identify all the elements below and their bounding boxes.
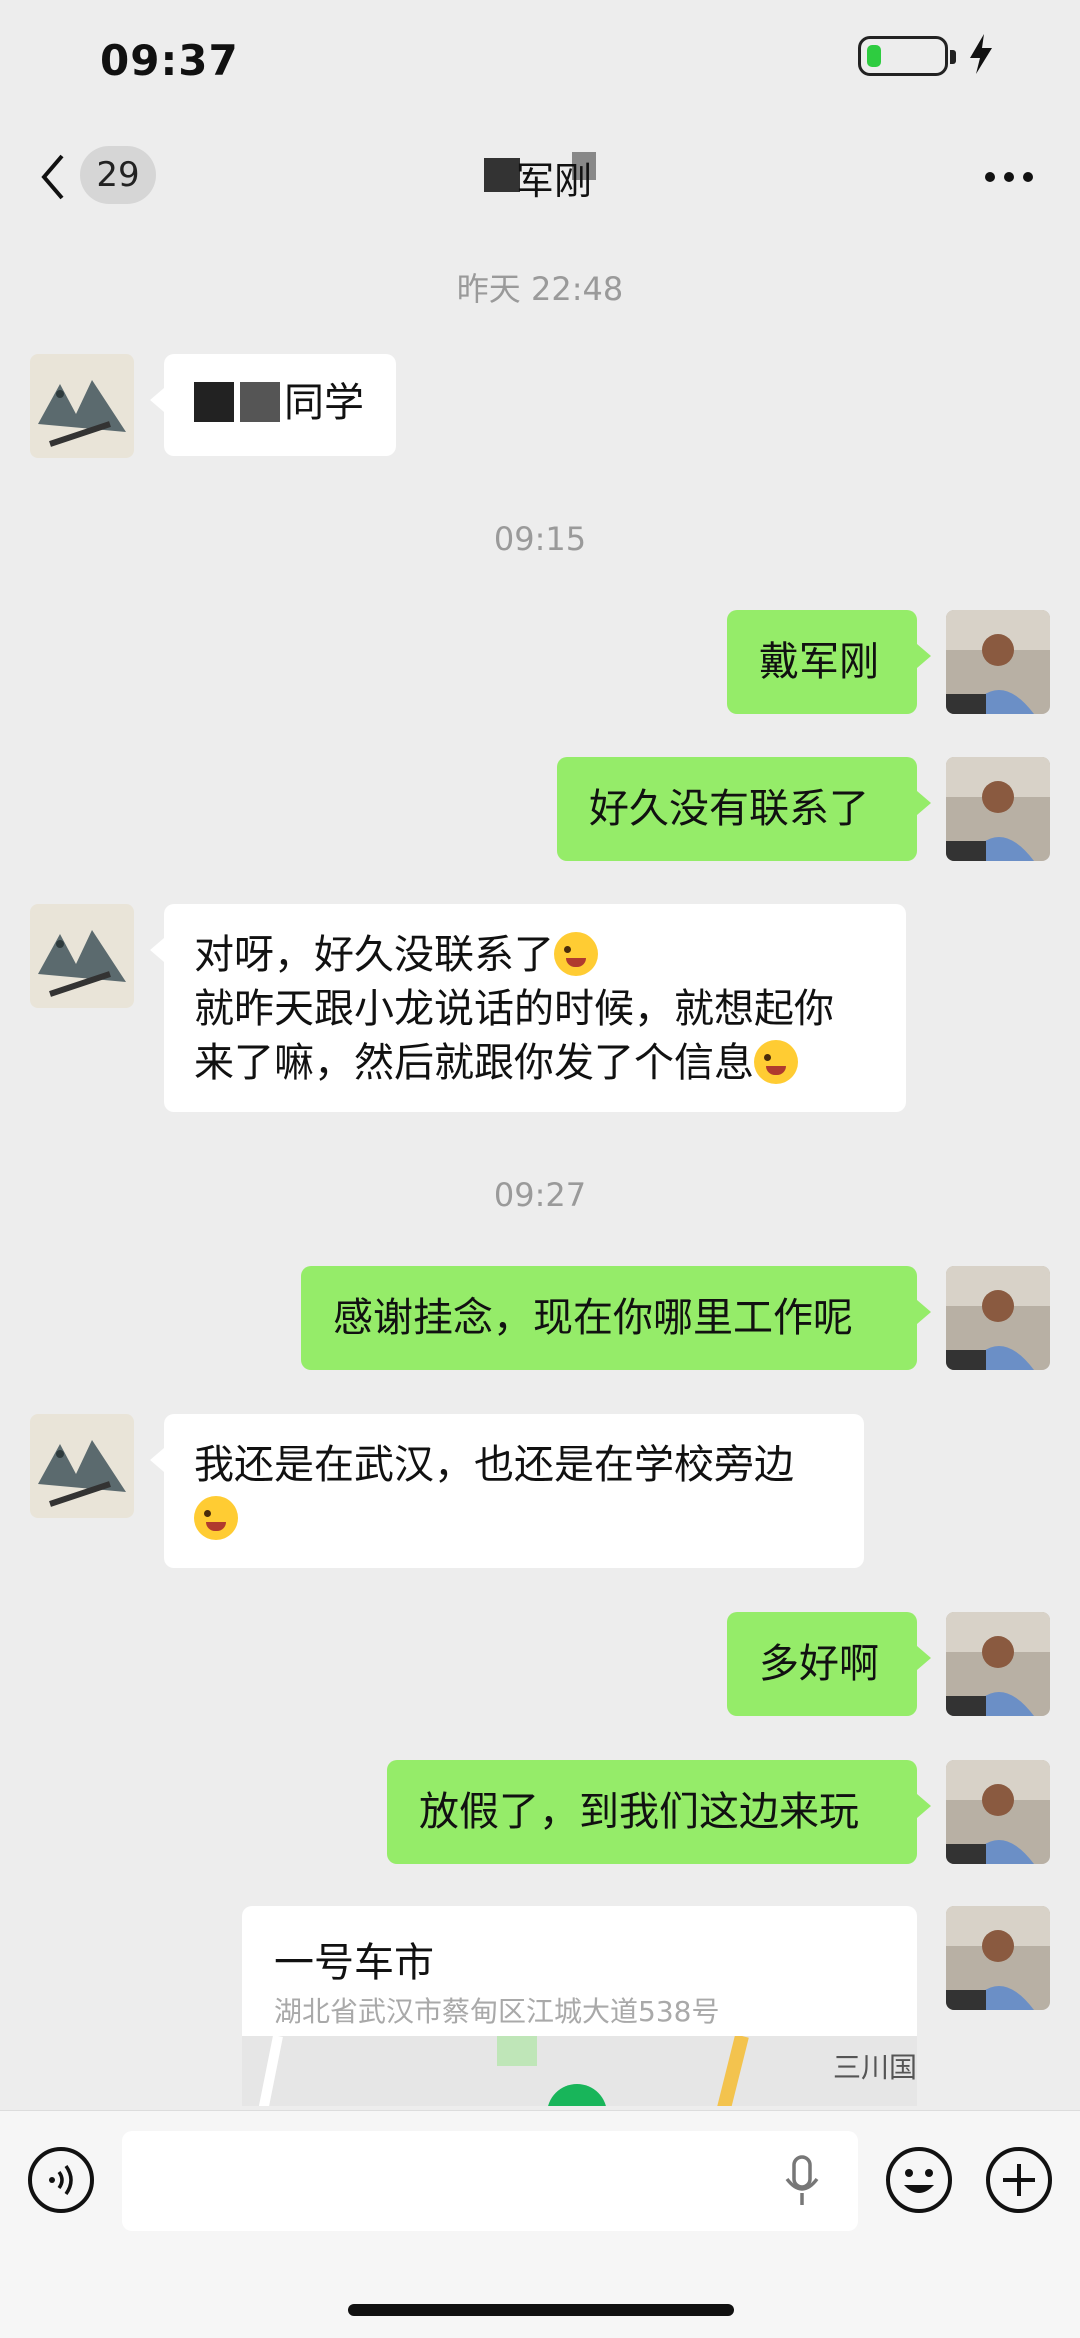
winking-face-icon <box>554 932 598 976</box>
message-input[interactable] <box>122 2131 858 2231</box>
message-text: 放假了，到我们这边来玩 <box>419 1789 859 1835</box>
my-avatar[interactable] <box>946 757 1050 861</box>
contact-avatar[interactable] <box>30 354 134 458</box>
battery-tip <box>950 50 956 64</box>
home-indicator <box>348 2304 734 2316</box>
message-bubble-incoming[interactable]: 同学 <box>150 354 396 456</box>
message-bubble-outgoing[interactable]: 戴军刚 <box>727 610 931 714</box>
message-bubble-outgoing[interactable]: 感谢挂念，现在你哪里工作呢 <box>301 1266 931 1370</box>
battery-icon <box>858 36 948 76</box>
laughing-face-icon <box>754 1040 798 1084</box>
redacted-text <box>194 382 234 422</box>
location-address: 湖北省武汉市蔡甸区江城大道538号 <box>274 1995 720 2028</box>
my-avatar[interactable] <box>946 1760 1050 1864</box>
chat-title: 军刚 <box>480 150 610 203</box>
chat-title-text: 军刚 <box>516 159 593 203</box>
message-bubble-incoming[interactable]: 对呀，好久没联系了 就昨天跟小龙说话的时候，就想起你 来了嘛，然后就跟你发了个信… <box>150 904 906 1112</box>
input-bar <box>0 2110 1080 2338</box>
timestamp: 09:27 <box>493 1176 587 1214</box>
message-text: 我还是在武汉，也还是在学校旁边 <box>194 1442 794 1488</box>
my-avatar[interactable] <box>946 1612 1050 1716</box>
unread-count-badge[interactable]: 29 <box>80 146 156 204</box>
map-poi-label: 三川国 <box>832 2051 917 2084</box>
message-text: 对呀，好久没联系了 <box>194 932 554 978</box>
message-bubble-outgoing[interactable]: 多好啊 <box>727 1612 931 1716</box>
my-avatar[interactable] <box>946 610 1050 714</box>
message-bubble-incoming[interactable]: 我还是在武汉，也还是在学校旁边 <box>150 1414 864 1568</box>
plus-icon[interactable] <box>984 2145 1054 2215</box>
message-text: 来了嘛，然后就跟你发了个信息 <box>194 1040 754 1086</box>
more-dots-icon[interactable] <box>984 170 1034 184</box>
microphone-icon[interactable] <box>782 2153 822 2209</box>
location-name: 一号车市 <box>274 1940 434 1986</box>
message-text: 好久没有联系了 <box>589 786 869 832</box>
chat-header: 29 军刚 <box>0 130 1080 220</box>
charging-bolt-icon <box>970 34 992 74</box>
emoji-icon[interactable] <box>884 2145 954 2215</box>
message-text: 多好啊 <box>759 1641 879 1687</box>
redacted-text <box>240 382 280 422</box>
my-avatar[interactable] <box>946 1906 1050 2010</box>
location-card[interactable]: 一号车市 湖北省武汉市蔡甸区江城大道538号 三川国 <box>242 1906 917 2106</box>
message-text: 感谢挂念，现在你哪里工作呢 <box>333 1295 853 1341</box>
chevron-left-icon[interactable] <box>38 152 68 202</box>
message-bubble-outgoing[interactable]: 放假了，到我们这边来玩 <box>387 1760 931 1864</box>
status-time: 09:37 <box>100 36 239 85</box>
message-bubble-outgoing[interactable]: 好久没有联系了 <box>557 757 931 861</box>
map-roads <box>258 2036 749 2106</box>
timestamp: 昨天 22:48 <box>456 270 624 308</box>
location-map: 三川国 <box>242 2036 917 2106</box>
voice-icon[interactable] <box>26 2145 96 2215</box>
contact-avatar[interactable] <box>30 1414 134 1518</box>
message-text: 同学 <box>284 380 364 426</box>
my-avatar[interactable] <box>946 1266 1050 1370</box>
message-text: 就昨天跟小龙说话的时候，就想起你 <box>194 986 834 1032</box>
contact-avatar[interactable] <box>30 904 134 1008</box>
message-text: 戴军刚 <box>759 639 879 685</box>
winking-tongue-face-icon <box>194 1496 238 1540</box>
timestamp: 09:15 <box>493 520 587 558</box>
